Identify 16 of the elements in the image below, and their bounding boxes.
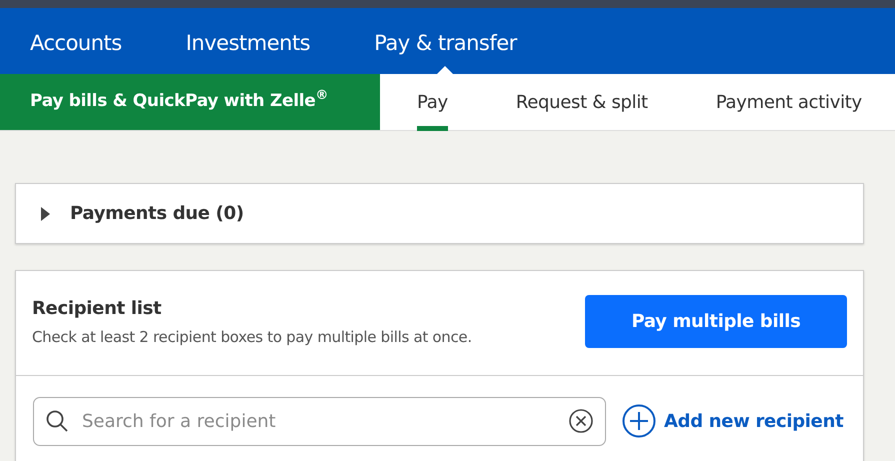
pay-multiple-bills-button[interactable]: Pay multiple bills [585, 295, 847, 348]
section-title: Pay bills & QuickPay with Zelle$^{®}$ [0, 74, 380, 130]
description-text: Check at least 2 recipient boxes to pay multiple bills at once. [32, 327, 472, 348]
sub-tab[interactable]: Request & split [516, 74, 648, 131]
nav-tab[interactable]: Accounts [30, 8, 122, 74]
nav-tab[interactable]: Investments [186, 8, 310, 74]
add-recipient-link[interactable]: Add new recipient [622, 404, 844, 438]
payments-due-toggle[interactable]: Payments due (0) [70, 200, 244, 227]
section-heading: Recipient list [32, 297, 162, 321]
add-icon [622, 404, 656, 438]
search-icon [46, 410, 68, 432]
clear-icon[interactable] [569, 409, 593, 433]
caret-right-icon[interactable] [40, 206, 50, 220]
sub-tab[interactable]: Payment activity [716, 74, 862, 131]
sub-tab[interactable]: Pay [417, 74, 448, 131]
search-field[interactable]: Search for a recipient [33, 396, 606, 446]
